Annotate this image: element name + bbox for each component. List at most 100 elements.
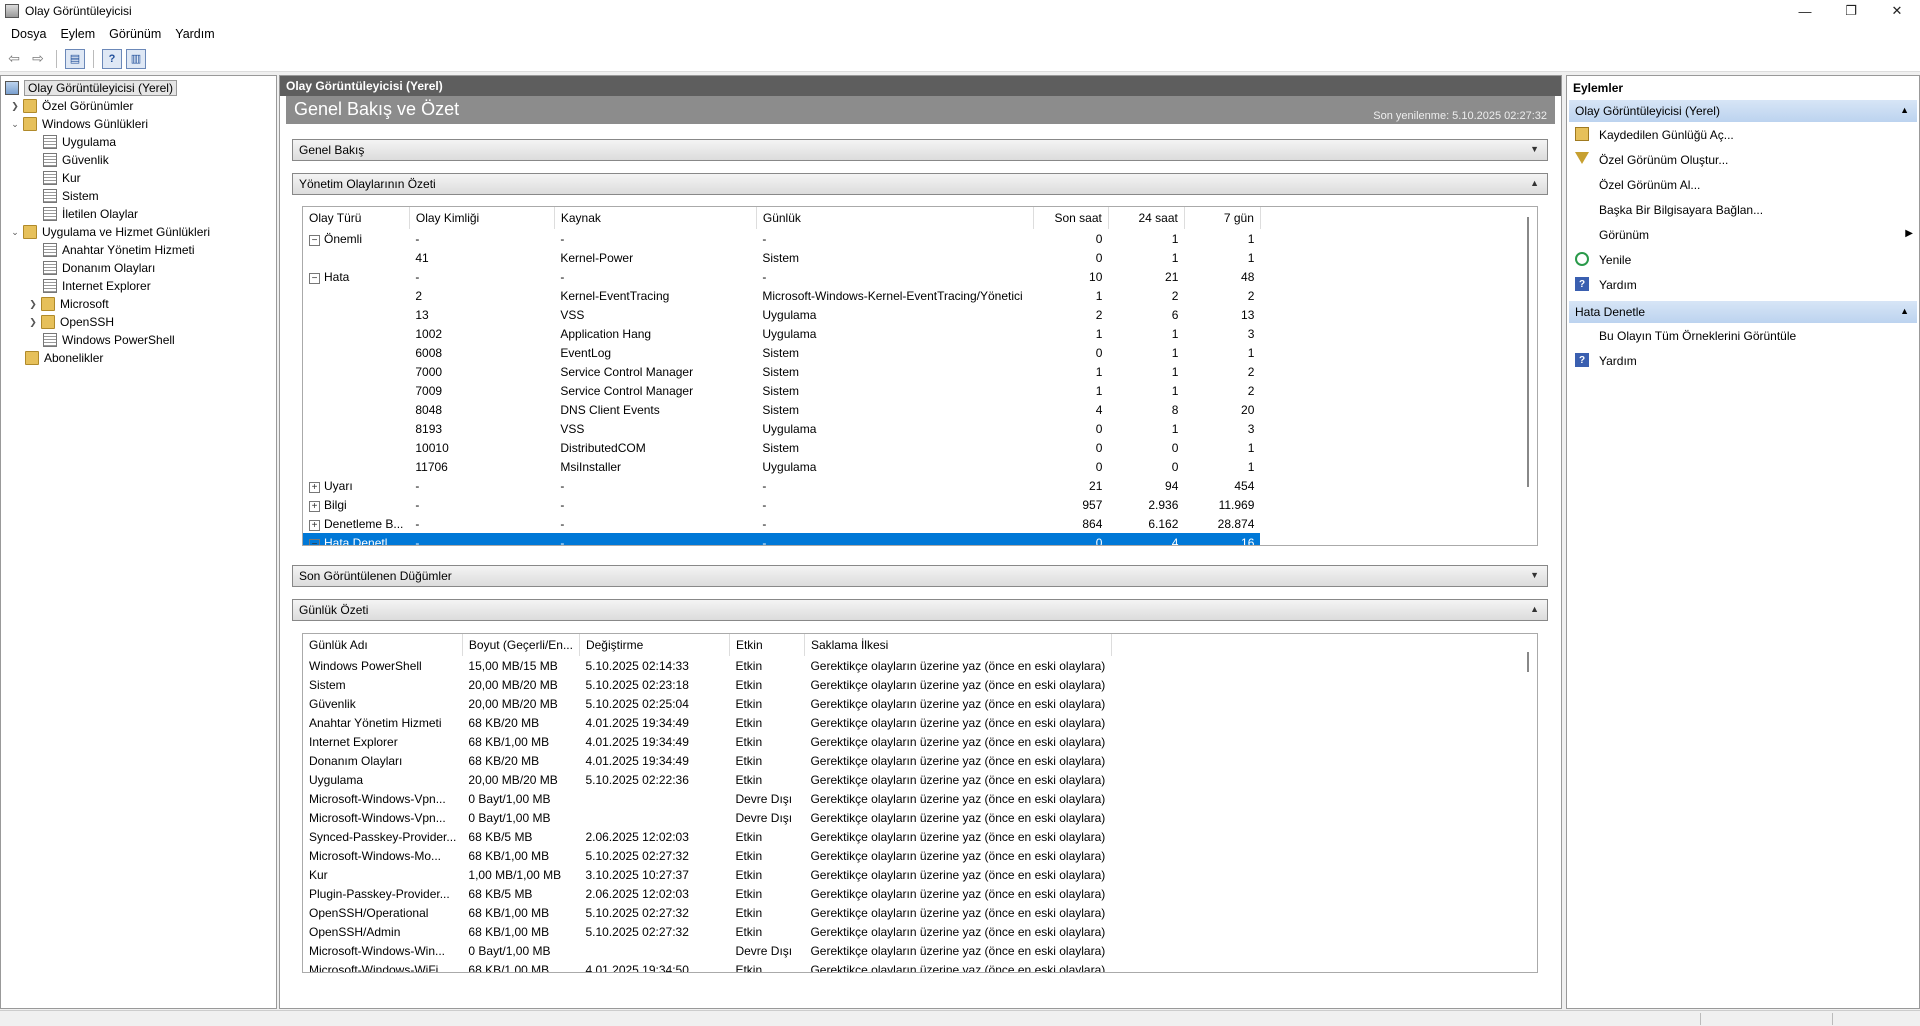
table-row[interactable]: Kur 1,00 MB/1,00 MB 3.10.2025 10:27:37 Etki… <box>303 865 1111 884</box>
table-row[interactable]: − Önemli - - - 0 1 1 <box>303 229 1260 248</box>
actions-group-event-viewer[interactable]: Olay Görüntüleyicisi (Yerel) ▲ <box>1569 100 1917 122</box>
tree-node-security[interactable]: Güvenlik <box>1 151 276 169</box>
table-row[interactable]: OpenSSH/Admin 68 KB/1,00 MB 5.10.2025 02:2… <box>303 922 1111 941</box>
tree-node-key-management[interactable]: Anahtar Yönetim Hizmeti <box>1 241 276 259</box>
forward-arrow-icon[interactable]: ⇨ <box>28 49 48 69</box>
action-help-2[interactable]: ? Yardım <box>1567 348 1919 373</box>
table-row[interactable]: Microsoft-Windows-WiFi... 68 KB/1,00 MB 4.… <box>303 960 1111 973</box>
table-row[interactable]: Synced-Passkey-Provider... 68 KB/5 MB 2.06… <box>303 827 1111 846</box>
table-row[interactable]: + Uyarı - - - 21 94 454 <box>303 476 1260 495</box>
chevron-up-icon[interactable]: ▲ <box>1530 178 1539 188</box>
section-recent-nodes[interactable]: Son Görüntülenen Düğümler ▼ <box>292 565 1548 587</box>
table-row[interactable]: Sistem 20,00 MB/20 MB 5.10.2025 02:23:18 Et… <box>303 675 1111 694</box>
column-header[interactable]: Günlük <box>756 207 1034 229</box>
tree-node-subscriptions[interactable]: Abonelikler <box>1 349 276 367</box>
table-row[interactable]: 7009 Service Control Manager Sistem 1 1 2 <box>303 381 1260 400</box>
chevron-right-icon[interactable]: ❯ <box>27 316 39 328</box>
column-header[interactable]: Olay Kimliği <box>409 207 555 229</box>
table-row[interactable]: OpenSSH/Operational 68 KB/1,00 MB 5.10.202… <box>303 903 1111 922</box>
chevron-down-icon[interactable]: ▼ <box>1530 570 1539 580</box>
table-row[interactable]: − Hata Denetl... - - - 0 4 16 <box>303 533 1261 545</box>
action-open-saved-log[interactable]: Kaydedilen Günlüğü Aç... <box>1567 122 1919 147</box>
table-row[interactable]: 1002 Application Hang Uygulama 1 1 3 <box>303 324 1260 343</box>
tree-node-openssh[interactable]: ❯ OpenSSH <box>1 313 276 331</box>
column-header[interactable]: Saklama İlkesi <box>804 634 1112 656</box>
collapse-icon[interactable]: − <box>309 234 320 246</box>
column-header[interactable]: Etkin <box>729 634 805 656</box>
show-hide-console-tree-icon[interactable]: ▤ <box>65 48 85 69</box>
table-row[interactable]: + Denetleme B... - - -864 6.162 28.874 <box>303 514 1260 533</box>
tree-node-setup[interactable]: Kur <box>1 169 276 187</box>
tree-node-internet-explorer[interactable]: Internet Explorer <box>1 277 276 295</box>
table-row[interactable]: 11706 MsiInstaller Uygulama 0 0 1 <box>303 457 1260 476</box>
menu-view[interactable]: Görünüm <box>102 27 168 41</box>
tree-node-forwarded-events[interactable]: İletilen Olaylar <box>1 205 276 223</box>
section-admin-events[interactable]: Yönetim Olaylarının Özeti ▲ <box>292 173 1548 195</box>
chevron-down-icon[interactable]: ▼ <box>1530 144 1539 154</box>
expand-icon[interactable]: + <box>309 481 320 493</box>
table-row[interactable]: − Hata - - - 10 21 48 <box>303 267 1260 286</box>
tree-node-windows-logs[interactable]: ⌄ Windows Günlükleri <box>1 115 276 133</box>
help-icon[interactable]: ? <box>102 48 122 69</box>
chevron-down-icon[interactable]: ⌄ <box>9 226 21 238</box>
tree-node-custom-views[interactable]: ❯ Özel Görünümler <box>1 97 276 115</box>
section-overview[interactable]: Genel Bakış ▼ <box>292 139 1548 161</box>
collapse-icon[interactable]: − <box>309 272 320 284</box>
collapse-icon[interactable]: − <box>309 538 320 545</box>
tree-node-windows-powershell[interactable]: Windows PowerShell <box>1 331 276 349</box>
tree-node-system[interactable]: Sistem <box>1 187 276 205</box>
minimize-button[interactable]: — <box>1782 0 1828 22</box>
chevron-up-icon[interactable]: ▲ <box>1530 604 1539 614</box>
column-header[interactable]: Olay Türü <box>303 207 410 229</box>
column-header[interactable]: Değiştirme <box>579 634 730 656</box>
action-view-all-instances[interactable]: Bu Olayın Tüm Örneklerini Görüntüle <box>1567 323 1919 348</box>
action-view[interactable]: Görünüm ▶ <box>1567 222 1919 247</box>
table-row[interactable]: Anahtar Yönetim Hizmeti 68 KB/20 MB 4.01.2… <box>303 713 1111 732</box>
table-row[interactable]: 13 VSS Uygulama 2 6 13 <box>303 305 1260 324</box>
tree-node-application[interactable]: Uygulama <box>1 133 276 151</box>
tree-node-microsoft[interactable]: ❯ Microsoft <box>1 295 276 313</box>
table-row[interactable]: Windows PowerShell 15,00 MB/15 MB 5.10.202… <box>303 656 1111 675</box>
tree-node-root[interactable]: Olay Görüntüleyicisi (Yerel) <box>1 79 276 97</box>
table-row[interactable]: 8048 DNS Client Events Sistem 4 8 20 <box>303 400 1260 419</box>
vertical-scrollbar[interactable] <box>1527 652 1529 672</box>
vertical-scrollbar[interactable] <box>1527 217 1529 487</box>
table-row[interactable]: 41 Kernel-Power Sistem 0 1 1 <box>303 248 1260 267</box>
table-row[interactable]: Microsoft-Windows-Win... 0 Bayt/1,00 MB De… <box>303 941 1111 960</box>
chevron-up-icon[interactable]: ▲ <box>1900 306 1909 316</box>
table-row[interactable]: 2 Kernel-EventTracing Microsoft-Windows-Ke… <box>303 286 1260 305</box>
chevron-up-icon[interactable]: ▲ <box>1900 105 1909 115</box>
actions-group-audit-failure[interactable]: Hata Denetle ▲ <box>1569 301 1917 323</box>
action-refresh[interactable]: Yenile <box>1567 247 1919 272</box>
chevron-down-icon[interactable]: ⌄ <box>9 118 21 130</box>
expand-icon[interactable]: + <box>309 519 320 531</box>
action-import-custom-view[interactable]: Özel Görünüm Al... <box>1567 172 1919 197</box>
close-button[interactable]: ✕ <box>1874 0 1920 22</box>
chevron-right-icon[interactable]: ❯ <box>9 100 21 112</box>
menu-file[interactable]: Dosya <box>4 27 53 41</box>
action-create-custom-view[interactable]: Özel Görünüm Oluştur... <box>1567 147 1919 172</box>
column-header[interactable]: 24 saat <box>1108 207 1185 229</box>
back-arrow-icon[interactable]: ⇦ <box>4 49 24 69</box>
table-row[interactable]: 6008 EventLog Sistem 0 1 1 <box>303 343 1260 362</box>
table-row[interactable]: Microsoft-Windows-Mo... 68 KB/1,00 MB 5.10… <box>303 846 1111 865</box>
column-header[interactable]: Boyut (Geçerli/En... <box>462 634 580 656</box>
chevron-right-icon[interactable]: ❯ <box>27 298 39 310</box>
section-log-summary[interactable]: Günlük Özeti ▲ <box>292 599 1548 621</box>
menu-help[interactable]: Yardım <box>168 27 221 41</box>
table-row[interactable]: Uygulama 20,00 MB/20 MB 5.10.2025 02:22:36… <box>303 770 1111 789</box>
table-row[interactable]: 8193 VSS Uygulama 0 1 3 <box>303 419 1260 438</box>
table-row[interactable]: Donanım Olayları 68 KB/20 MB 4.01.2025 19:… <box>303 751 1111 770</box>
action-help[interactable]: ? Yardım <box>1567 272 1919 297</box>
menu-action[interactable]: Eylem <box>53 27 102 41</box>
table-row[interactable]: 7000 Service Control Manager Sistem 1 1 2 <box>303 362 1260 381</box>
maximize-button[interactable]: ❐ <box>1828 0 1874 22</box>
tree-node-app-service-logs[interactable]: ⌄ Uygulama ve Hizmet Günlükleri <box>1 223 276 241</box>
table-row[interactable]: + Bilgi - - - 957 2.936 11.969 <box>303 495 1260 514</box>
column-header[interactable]: Son saat <box>1033 207 1109 229</box>
action-connect-another-computer[interactable]: Başka Bir Bilgisayara Bağlan... <box>1567 197 1919 222</box>
table-row[interactable]: Microsoft-Windows-Vpn... 0 Bayt/1,00 MB De… <box>303 808 1111 827</box>
show-hide-action-pane-icon[interactable]: ▥ <box>126 48 146 69</box>
table-row[interactable]: Internet Explorer 68 KB/1,00 MB 4.01.2025 … <box>303 732 1111 751</box>
table-row[interactable]: Plugin-Passkey-Provider... 68 KB/5 MB 2.06… <box>303 884 1111 903</box>
